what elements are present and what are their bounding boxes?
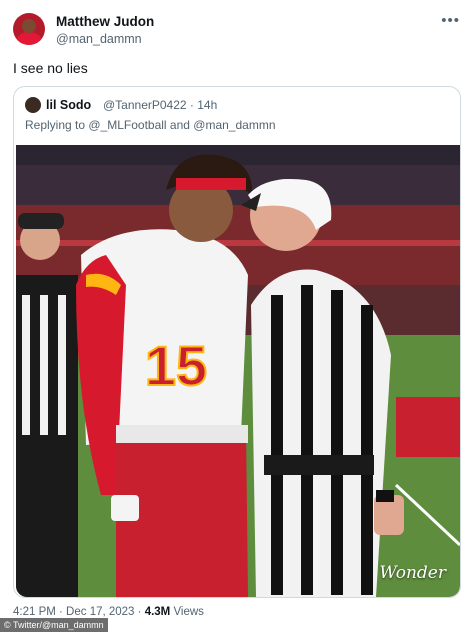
tweet-text: I see no lies <box>13 60 88 76</box>
views-count: 4.3M <box>144 606 171 618</box>
quoted-author-name[interactable]: lil Sodo <box>46 98 91 112</box>
quoted-tweet[interactable]: lil Sodo @TannerP0422 · 14h Replying to … <box>13 86 461 598</box>
image-credit: © Twitter/@man_dammn <box>0 618 108 632</box>
author-name[interactable]: Matthew Judon <box>56 14 154 29</box>
tweet-meta: 4:21 PM · Dec 17, 2023 · 4.3M Views <box>13 606 204 618</box>
quoted-author-avatar[interactable] <box>25 97 41 113</box>
tweet-timestamp[interactable]: 4:21 PM · Dec 17, 2023 · <box>13 606 145 618</box>
author-avatar[interactable] <box>13 13 45 45</box>
replying-to: Replying to @_MLFootball and @man_dammn <box>25 118 276 132</box>
tweet: Matthew Judon @man_dammn ••• I see no li… <box>0 0 474 632</box>
views-label: Views <box>170 606 204 618</box>
photo-illustration: 15 <box>16 145 460 597</box>
photo-watermark: Wonder <box>379 563 446 583</box>
author-handle[interactable]: @man_dammn <box>56 32 142 46</box>
quoted-time: · 14h <box>189 98 218 112</box>
quoted-photo[interactable]: 15 Wonder <box>16 145 460 597</box>
ellipsis-icon[interactable]: ••• <box>441 12 460 29</box>
quoted-author-handle-time: @TannerP0422 · 14h <box>103 98 217 112</box>
jersey-number: 15 <box>145 334 207 397</box>
quoted-author-handle[interactable]: @TannerP0422 <box>103 98 187 112</box>
